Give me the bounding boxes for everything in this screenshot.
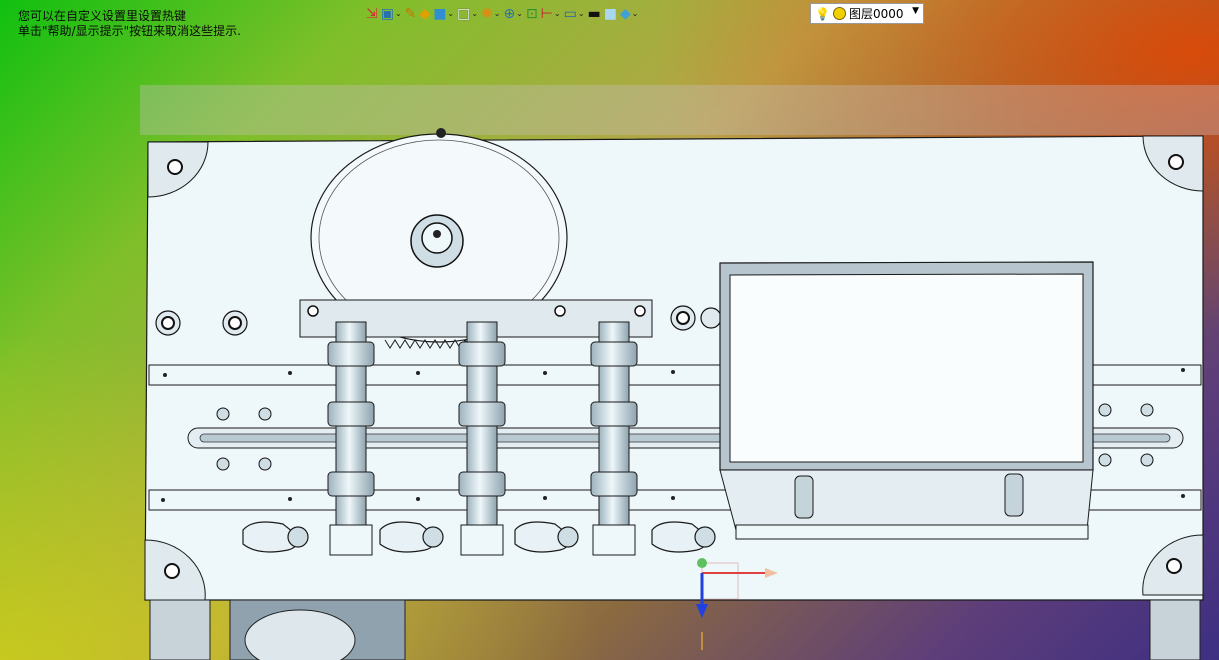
hopper-bracket — [1004, 473, 1024, 517]
section-view-icon: ✺ — [481, 6, 493, 22]
hopper-bracket — [794, 475, 814, 519]
sketch-pen-button[interactable]: ✎ — [405, 4, 417, 24]
layer-dropdown[interactable]: 💡 图层0000 ▼ — [810, 3, 924, 24]
mount-hole — [164, 563, 180, 579]
monitor-icon: ▭ — [563, 6, 577, 22]
hint-text-line2: 单击"帮助/显示提示"按钮来取消这些提示. — [18, 24, 241, 38]
mount-hole — [1166, 558, 1182, 574]
leg — [1149, 599, 1201, 660]
mount-hole — [1168, 154, 1184, 170]
zoom-fit-button[interactable]: ⊡ — [526, 4, 538, 24]
display-style-icon: □ — [457, 6, 471, 22]
extrude-button[interactable]: ◆ — [419, 4, 430, 24]
line-color-button[interactable]: ▬ — [588, 4, 601, 24]
graphics-viewport[interactable]: 您可以在自定义设置里设置热键 单击"帮助/显示提示"按钮来取消这些提示. ⇲ ▣ ⌄… — [0, 0, 1219, 660]
chevron-down-icon[interactable]: ⌄ — [494, 7, 501, 21]
layer-color-icon — [832, 7, 846, 20]
view-cube-button[interactable]: ■ ⌄ — [433, 4, 454, 24]
hopper-chute — [719, 469, 1094, 531]
zoom-icon: ⊕ — [503, 6, 516, 22]
pulley-bolt — [433, 230, 441, 238]
exit-sketch-icon: ⇲ — [366, 6, 378, 22]
heads-up-toolbar: ⇲ ▣ ⌄ ✎ ◆ ■ ⌄ □ ⌄ ✺ ⌄ ⊕ ⌄ ⊡ ⊢ ⌄ ▭ ⌄ ▬ ■ ◆ ⌄ — [366, 3, 638, 25]
monitor-button[interactable]: ▭ ⌄ — [564, 4, 585, 24]
layer-name: 图层0000 — [848, 7, 904, 21]
chevron-down-icon[interactable]: ⌄ — [516, 7, 523, 21]
line-color-icon: ▬ — [587, 6, 601, 22]
section-view-button[interactable]: ✺ ⌄ — [481, 4, 500, 24]
fill-color-icon: ■ — [603, 6, 617, 22]
dimension-icon: ⊢ — [540, 6, 553, 22]
layer-tool-icon: ◆ — [619, 6, 631, 22]
view-orientation-icon: ▣ — [380, 6, 394, 22]
hopper-window — [729, 273, 1084, 463]
extrude-icon: ◆ — [419, 6, 431, 22]
view-orientation-button[interactable]: ▣ ⌄ — [381, 4, 402, 24]
view-cube-icon: ■ — [433, 6, 447, 22]
fill-color-button[interactable]: ■ — [604, 4, 617, 24]
chevron-down-icon[interactable]: ⌄ — [447, 7, 454, 21]
dimension-button[interactable]: ⊢ ⌄ — [541, 4, 561, 24]
zoom-button[interactable]: ⊕ ⌄ — [504, 4, 523, 24]
layer-tool-button[interactable]: ◆ ⌄ — [620, 4, 638, 24]
display-style-button[interactable]: □ ⌄ — [457, 4, 478, 24]
chevron-down-icon[interactable]: ▼ — [912, 6, 919, 16]
chevron-down-icon[interactable]: ⌄ — [471, 7, 478, 21]
zoom-fit-icon: ⊡ — [525, 6, 538, 22]
cad-model[interactable] — [0, 0, 1219, 660]
chevron-down-icon[interactable]: ⌄ — [578, 7, 585, 21]
background-haze — [140, 85, 1219, 135]
chevron-down-icon[interactable]: ⌄ — [395, 7, 402, 21]
lightbulb-icon: 💡 — [815, 6, 830, 21]
mount-hole — [167, 159, 183, 175]
chevron-down-icon[interactable]: ⌄ — [554, 7, 561, 21]
hopper-base — [735, 524, 1089, 540]
chevron-down-icon[interactable]: ⌄ — [632, 7, 639, 21]
pulley-pin — [436, 128, 446, 138]
sketch-pen-icon: ✎ — [404, 6, 417, 22]
exit-sketch-button[interactable]: ⇲ — [366, 4, 378, 24]
leg — [149, 599, 211, 660]
